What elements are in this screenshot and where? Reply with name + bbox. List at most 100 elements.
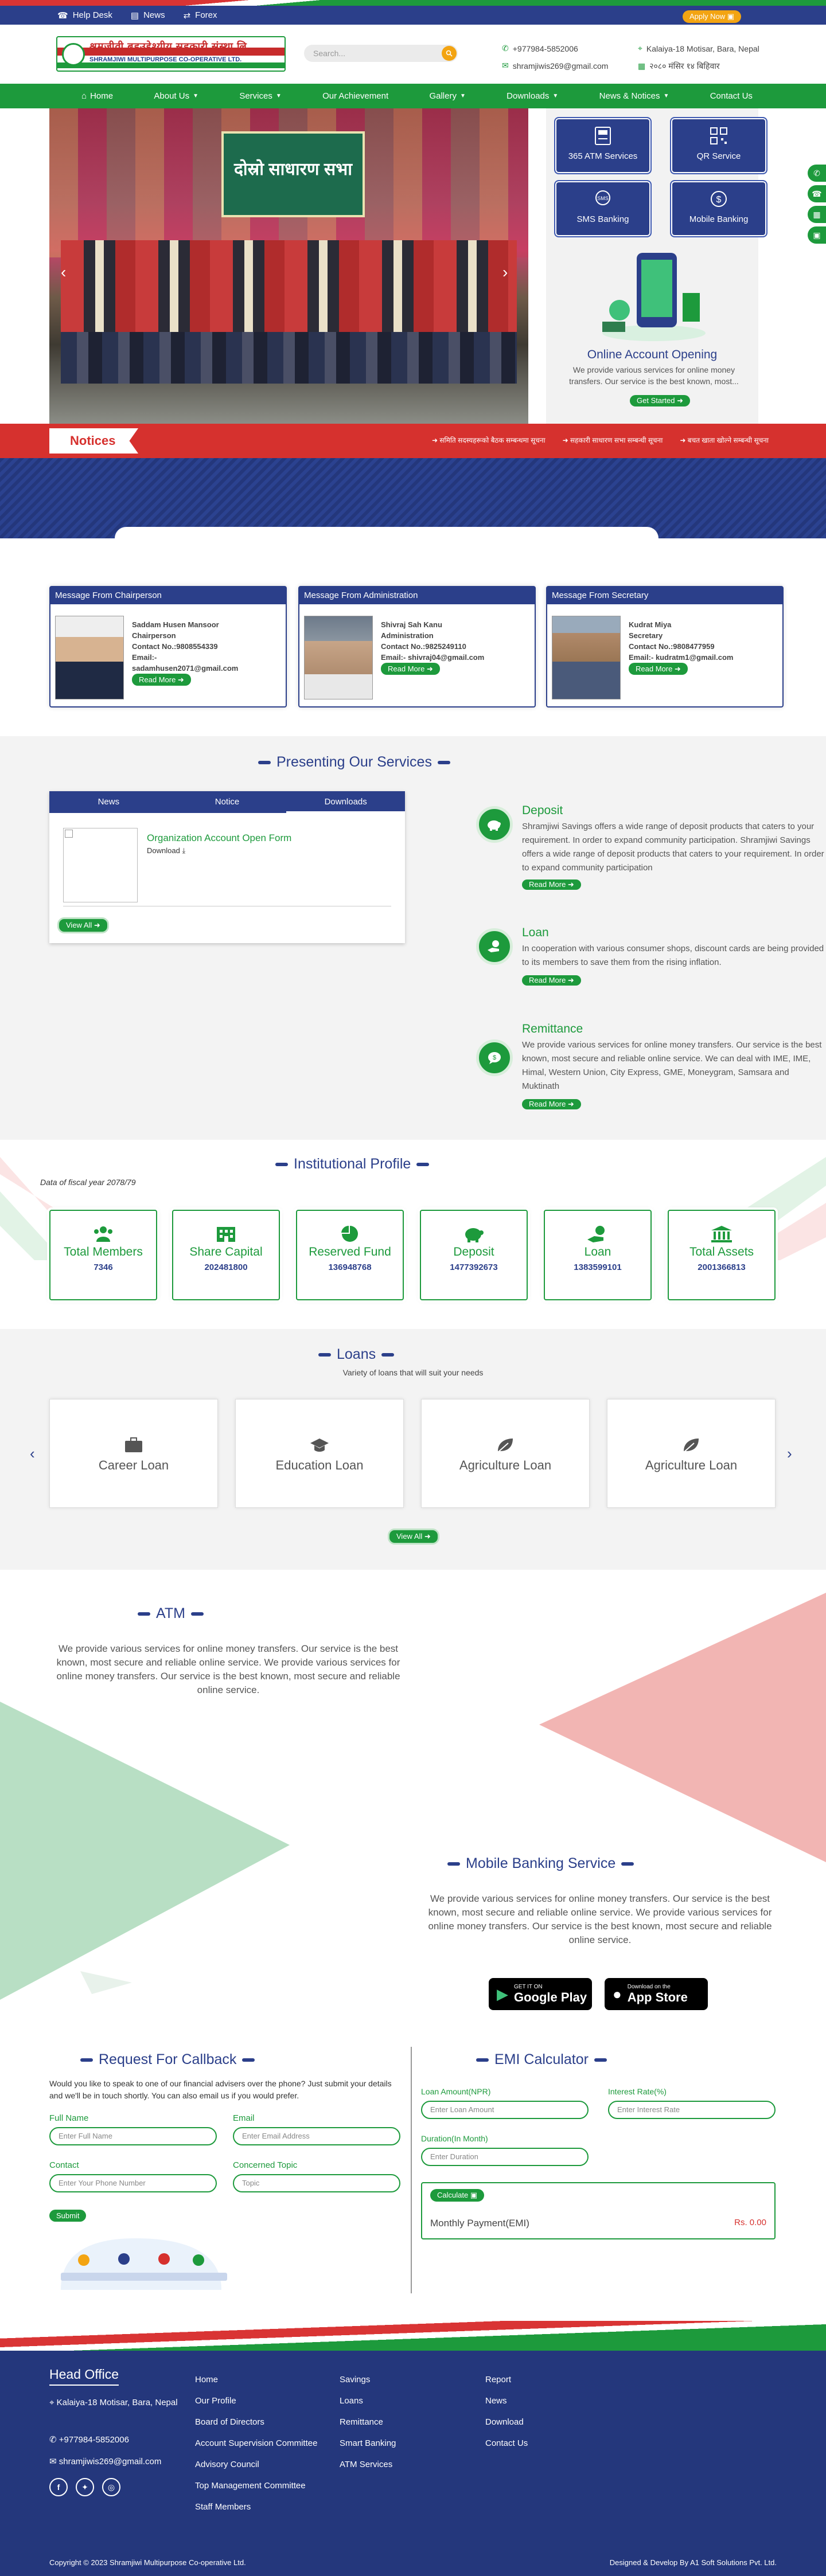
footer-link[interactable]: Report — [485, 2369, 528, 2390]
slider-next-icon[interactable]: › — [502, 263, 508, 282]
read-more-button[interactable]: Read More ➜ — [132, 674, 191, 686]
loan-card[interactable]: Career Loan — [49, 1399, 218, 1508]
qr-service-tile[interactable]: QR Service — [670, 117, 767, 174]
atm-services-tile[interactable]: 365 ATM Services — [554, 117, 652, 174]
phone-icon: ✆ — [49, 2435, 57, 2445]
services-view-all-button[interactable]: View All ➜ — [57, 917, 109, 933]
loan-card[interactable]: Agriculture Loan — [607, 1399, 776, 1508]
footer-link[interactable]: Staff Members — [195, 2496, 317, 2518]
hand-coin-icon — [476, 928, 513, 965]
tab-notice[interactable]: Notice — [168, 791, 287, 813]
callback-title: Request For Callback — [80, 2051, 255, 2068]
calendar-float-icon[interactable]: ▦ — [808, 206, 826, 223]
read-more-button[interactable]: Read More ➜ — [381, 663, 440, 675]
loans-prev-icon[interactable]: ‹ — [30, 1445, 35, 1463]
footer-link[interactable]: Advisory Council — [195, 2454, 317, 2475]
footer-link[interactable]: Download — [485, 2411, 528, 2433]
mobile-banking-tile[interactable]: $ Mobile Banking — [670, 180, 767, 237]
top-bar: ☎ Help Desk ▤ News ⇄ Forex Apply Now ▣ — [0, 6, 826, 25]
atm-title: ATM — [138, 1605, 204, 1622]
calculator-float-icon[interactable]: ▣ — [808, 226, 826, 244]
online-account-illustration — [597, 241, 711, 345]
loans-subtitle: Variety of loans that will suit your nee… — [342, 1368, 484, 1377]
whatsapp-icon[interactable]: ✆ — [808, 165, 826, 182]
footer-link[interactable]: Top Management Committee — [195, 2475, 317, 2496]
calculate-button[interactable]: Calculate ▣ — [430, 2189, 485, 2202]
loans-view-all-button[interactable]: View All ➜ — [388, 1529, 439, 1545]
deposit-read-more-button[interactable]: Read More ➜ — [522, 879, 581, 890]
forex-link[interactable]: ⇄ Forex — [184, 10, 217, 21]
notice-marquee[interactable]: ➜ समिति सदस्यहरूको बैठक सम्बन्धमा सूचना … — [432, 435, 769, 445]
twitter-icon[interactable]: ✦ — [76, 2478, 94, 2496]
loan-amount-field[interactable]: Enter Loan Amount — [421, 2101, 589, 2119]
nav-item-6[interactable]: News & Notices ▼ — [599, 91, 669, 101]
nav-item-4[interactable]: Gallery ▼ — [429, 91, 465, 101]
loan-card[interactable]: Agriculture Loan — [421, 1399, 590, 1508]
help-desk-link[interactable]: ☎ Help Desk — [57, 10, 112, 21]
apply-now-button[interactable]: Apply Now ▣ — [682, 10, 741, 23]
loans-next-icon[interactable]: › — [787, 1445, 792, 1463]
phone-field[interactable]: Enter Your Phone Number — [49, 2174, 217, 2192]
news-link[interactable]: ▤ News — [131, 10, 165, 21]
app-store-button[interactable]: ● Download on the App Store — [605, 1978, 708, 2010]
tab-downloads[interactable]: Downloads — [286, 791, 406, 813]
footer-link[interactable]: Account Supervision Committee — [195, 2433, 317, 2454]
nav-item-1[interactable]: About Us ▼ — [154, 91, 198, 101]
full-name-field[interactable]: Enter Full Name — [49, 2127, 217, 2145]
email-field[interactable]: Enter Email Address — [233, 2127, 400, 2145]
footer-link[interactable]: Smart Banking — [340, 2433, 396, 2454]
nav-item-7[interactable]: Contact Us — [710, 91, 753, 101]
footer-social: f ✦ ◎ — [49, 2478, 120, 2496]
interest-rate-field[interactable]: Enter Interest Rate — [608, 2101, 776, 2119]
section-divider — [411, 2047, 412, 2293]
nav-item-2[interactable]: Services ▼ — [239, 91, 281, 101]
facebook-icon[interactable]: f — [49, 2478, 68, 2496]
profile-title: Institutional Profile — [275, 1156, 430, 1172]
site-logo[interactable]: श्रमजीवी बहुउद्देश्यीय सहकारी संस्था लि.… — [56, 36, 286, 72]
submit-button[interactable]: Submit — [49, 2210, 87, 2222]
download-link[interactable]: Download ⤓ — [147, 846, 185, 855]
message-card: Message From Secretary Kudrat Miya Secreta… — [546, 586, 784, 707]
get-started-button[interactable]: Get Started ➜ — [630, 395, 690, 406]
building-icon — [215, 1225, 237, 1243]
loan-card[interactable]: Education Loan — [235, 1399, 404, 1508]
instagram-icon[interactable]: ◎ — [102, 2478, 120, 2496]
svg-text:$: $ — [493, 1054, 496, 1061]
search-input[interactable]: Search... — [304, 45, 458, 62]
slider-prev-icon[interactable]: ‹ — [61, 263, 66, 282]
users-icon — [92, 1225, 115, 1243]
chevron-down-icon: ▼ — [552, 93, 559, 99]
topic-field[interactable]: Topic — [233, 2174, 400, 2192]
tab-news[interactable]: News — [49, 791, 168, 813]
chat-dollar-icon: $ — [476, 1039, 513, 1076]
download-title[interactable]: Organization Account Open Form — [147, 832, 291, 844]
loan-read-more-button[interactable]: Read More ➜ — [522, 975, 581, 986]
stat-card: Share Capital 202481800 — [172, 1210, 280, 1300]
search-icon[interactable] — [442, 46, 457, 61]
footer-link[interactable]: Loans — [340, 2390, 396, 2411]
apple-icon: ● — [613, 1985, 622, 2003]
google-play-button[interactable]: ▶ GET IT ON Google Play — [489, 1978, 592, 2010]
main-nav: ⌂ Home About Us ▼ Services ▼ Our Achievement Ga… — [0, 84, 826, 108]
footer-link[interactable]: Home — [195, 2369, 317, 2390]
remittance-read-more-button[interactable]: Read More ➜ — [522, 1099, 581, 1109]
phone-float-icon[interactable]: ☎ — [808, 185, 826, 202]
sms-banking-tile[interactable]: SMS SMS Banking — [554, 180, 652, 237]
footer-link[interactable]: ATM Services — [340, 2454, 396, 2475]
newspaper-icon: ▤ — [130, 10, 139, 21]
chevron-down-icon: ▼ — [193, 93, 198, 99]
footer-link[interactable]: Our Profile — [195, 2390, 317, 2411]
footer-address: ⌖ Kalaiya-18 Motisar, Bara, Nepal — [49, 2398, 178, 2407]
footer-link[interactable]: Savings — [340, 2369, 396, 2390]
atm-text: We provide various services for online m… — [56, 1643, 400, 1695]
footer-link[interactable]: Remittance — [340, 2411, 396, 2433]
read-more-button[interactable]: Read More ➜ — [629, 663, 688, 675]
footer-link[interactable]: Contact Us — [485, 2433, 528, 2454]
duration-field[interactable]: Enter Duration — [421, 2148, 589, 2166]
footer-link[interactable]: Board of Directors — [195, 2411, 317, 2433]
nav-item-0[interactable]: ⌂ Home — [81, 91, 113, 101]
footer-link[interactable]: News — [485, 2390, 528, 2411]
nav-item-3[interactable]: Our Achievement — [322, 91, 388, 101]
nav-item-5[interactable]: Downloads ▼ — [506, 91, 558, 101]
decorative-stripes — [0, 458, 826, 538]
